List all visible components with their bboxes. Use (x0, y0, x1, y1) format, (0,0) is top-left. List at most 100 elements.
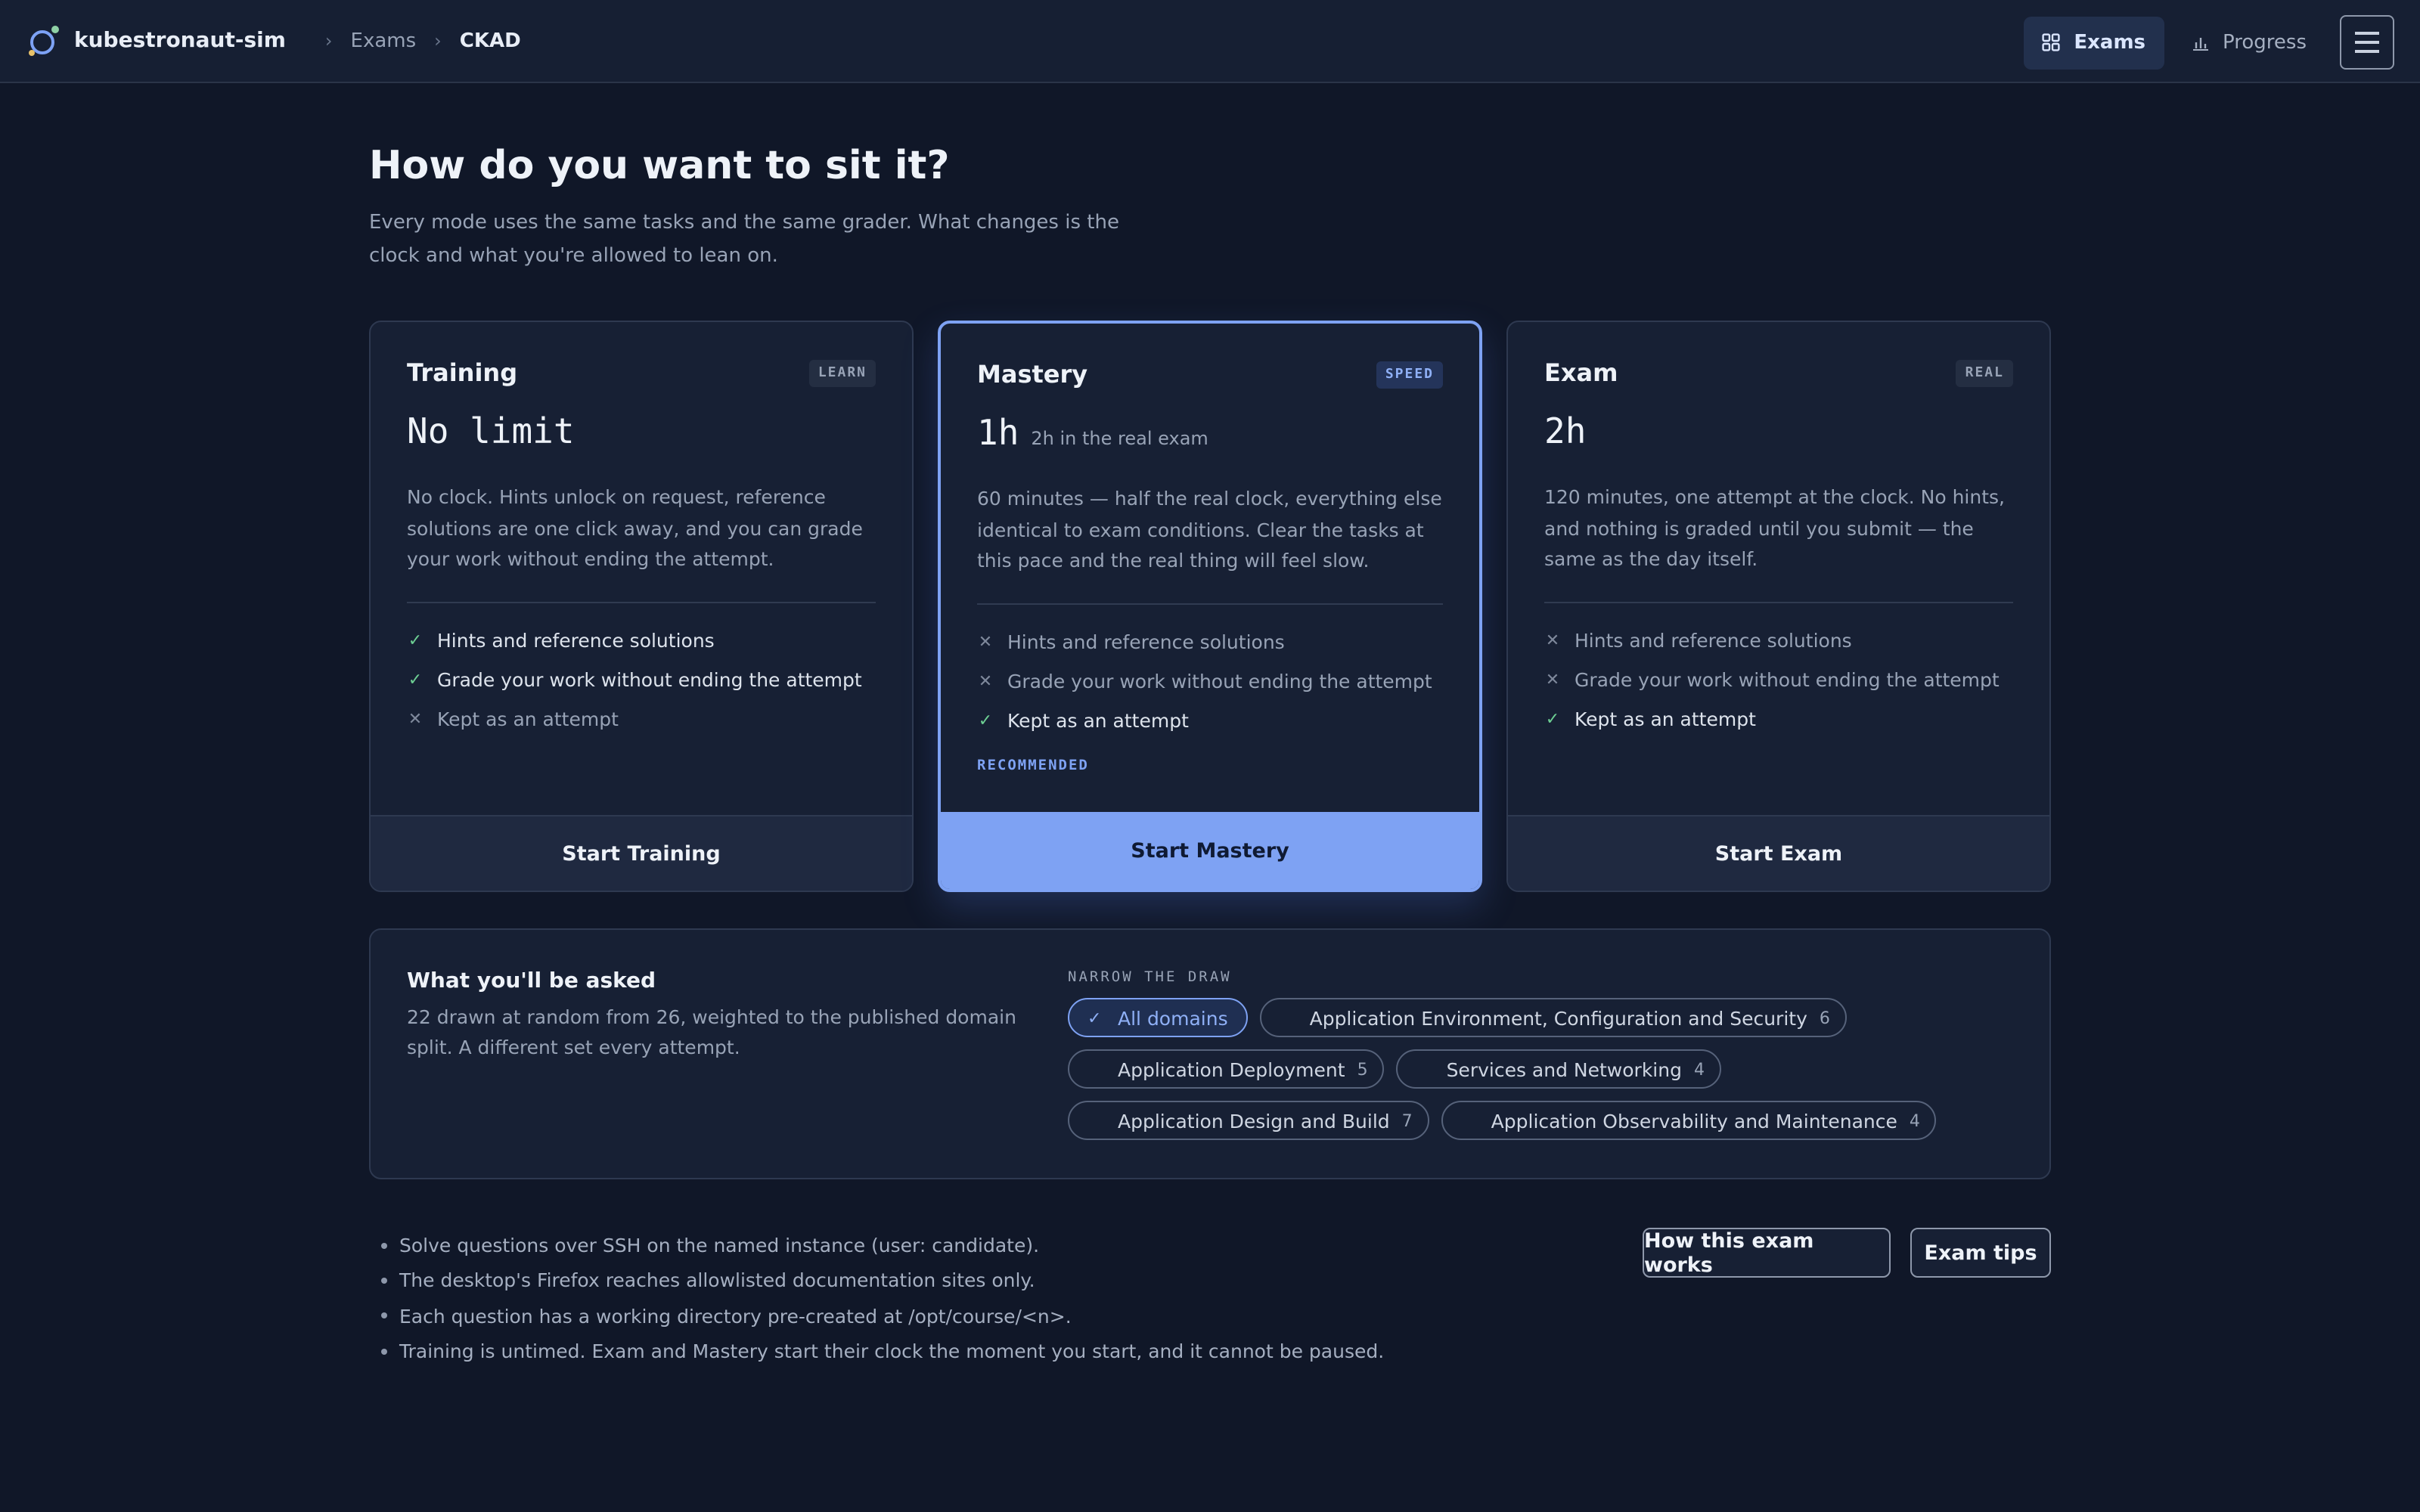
domains-title: What you'll be asked (407, 969, 656, 993)
chip-label: Services and Networking (1446, 1058, 1682, 1080)
top-bar: kubestronaut-sim › Exams › CKAD Exams Pr… (0, 0, 2420, 83)
chip-count: 5 (1357, 1059, 1368, 1079)
chip-count: 6 (1819, 1008, 1830, 1027)
mode-card-exam: Exam REAL 2h 120 minutes, one attempt at… (1506, 321, 2051, 892)
nav-progress-button[interactable]: Progress (2173, 16, 2325, 69)
check-icon: ✓ (1545, 708, 1560, 728)
cross-icon: ✕ (1545, 630, 1560, 649)
check-icon: ✓ (1087, 1008, 1102, 1027)
mode-tag: LEARN (808, 359, 876, 386)
check-icon: ✓ (408, 669, 423, 689)
feature-item: ✕ Hints and reference solutions (1544, 620, 2019, 659)
chip-label: Application Deployment (1118, 1058, 1345, 1080)
chip-count: 7 (1401, 1111, 1413, 1130)
feature-item: ✕ Grade your work without ending the att… (977, 661, 1449, 700)
chevron-right-icon: › (434, 30, 442, 51)
start-mastery-button[interactable]: Start Mastery (941, 812, 1479, 889)
feature-text: Hints and reference solutions (1575, 628, 1852, 651)
grid-icon (2042, 33, 2060, 51)
chip-domain[interactable]: Services and Networking 4 (1396, 1049, 1721, 1089)
list-item: Each question has a working directory pr… (381, 1298, 1384, 1334)
mode-card-training: Training LEARN No limit No clock. Hints … (369, 321, 914, 892)
feature-text: Grade your work without ending the attem… (1575, 668, 2000, 690)
mode-card-mastery: Mastery SPEED 1h 2h in the real exam 60 … (938, 321, 1482, 892)
check-icon: ✓ (408, 630, 423, 649)
hamburger-menu-button[interactable] (2340, 15, 2394, 70)
bar-chart-icon (2192, 38, 2208, 51)
mode-title: Exam (1544, 358, 1618, 387)
logo-icon (29, 26, 59, 56)
list-item: Solve questions over SSH on the named in… (381, 1228, 1384, 1263)
feature-item: ✕ Kept as an attempt (407, 699, 882, 738)
chip-domain[interactable]: Application Environment, Configuration a… (1259, 998, 1847, 1037)
note-text: Each question has a working directory pr… (399, 1304, 1072, 1328)
brand-home-link[interactable]: kubestronaut-sim (29, 26, 286, 56)
cross-icon: ✕ (978, 671, 993, 690)
feature-text: Hints and reference solutions (437, 628, 715, 651)
note-text: The desktop's Firefox reaches allowliste… (399, 1269, 1035, 1292)
list-item: Training is untimed. Exam and Mastery st… (381, 1334, 1384, 1369)
feature-list: ✕ Hints and reference solutions ✕ Grade … (977, 621, 1449, 739)
cross-icon: ✕ (1545, 669, 1560, 689)
note-text: Training is untimed. Exam and Mastery st… (399, 1340, 1385, 1363)
feature-item: ✓ Grade your work without ending the att… (407, 659, 882, 699)
start-training-button[interactable]: Start Training (371, 815, 912, 891)
nav-exams-label: Exams (2074, 31, 2146, 54)
feature-item: ✓ Kept as an attempt (1544, 699, 2019, 738)
mode-description: 60 minutes — half the real clock, everyt… (977, 487, 1442, 572)
chip-label: Application Observability and Maintenanc… (1491, 1109, 1897, 1132)
exam-tips-button[interactable]: Exam tips (1910, 1228, 2051, 1278)
page-title: How do you want to sit it? (369, 144, 950, 189)
app-name: kubestronaut-sim (74, 29, 286, 53)
nav-progress-label: Progress (2223, 31, 2307, 54)
mode-tag: REAL (1956, 359, 2013, 386)
cross-icon: ✕ (978, 631, 993, 651)
domains-description: 22 drawn at random from 26, weighted to … (407, 1005, 1016, 1058)
feature-list: ✕ Hints and reference solutions ✕ Grade … (1544, 620, 2019, 738)
chip-domain[interactable]: Application Deployment 5 (1068, 1049, 1385, 1089)
exam-notes: Solve questions over SSH on the named in… (381, 1228, 1384, 1368)
chip-domain[interactable]: Application Observability and Maintenanc… (1441, 1101, 1937, 1140)
mode-tag: SPEED (1376, 361, 1443, 388)
breadcrumb-exams[interactable]: Exams (351, 29, 417, 52)
mode-duration: No limit (407, 413, 575, 452)
chip-label: Application Environment, Configuration a… (1309, 1006, 1807, 1029)
mode-title: Training (407, 358, 518, 387)
mode-duration: 1h (977, 414, 1019, 454)
feature-text: Hints and reference solutions (1007, 630, 1285, 652)
divider (407, 602, 876, 603)
feature-text: Kept as an attempt (1007, 708, 1189, 731)
chip-label: All domains (1118, 1006, 1228, 1029)
list-item: The desktop's Firefox reaches allowliste… (381, 1263, 1384, 1299)
nav-exams-button[interactable]: Exams (2024, 16, 2164, 69)
narrow-label: NARROW THE DRAW (1068, 969, 1232, 986)
domains-panel: What you'll be asked 22 drawn at random … (369, 928, 2051, 1179)
note-text: Solve questions over SSH on the named in… (399, 1234, 1040, 1257)
feature-text: Grade your work without ending the attem… (437, 668, 862, 690)
feature-text: Grade your work without ending the attem… (1007, 669, 1432, 692)
chip-label: Application Design and Build (1118, 1109, 1390, 1132)
how-exam-works-button[interactable]: How this exam works (1643, 1228, 1891, 1278)
start-exam-button[interactable]: Start Exam (1508, 815, 2049, 891)
feature-item: ✓ Hints and reference solutions (407, 620, 882, 659)
domain-chip-list: ✓ All domains Application Environment, C… (1068, 998, 2006, 1152)
feature-text: Kept as an attempt (1575, 707, 1756, 730)
page-subtitle: Every mode uses the same tasks and the s… (369, 212, 1119, 268)
chip-count: 4 (1693, 1059, 1705, 1079)
chip-count: 4 (1909, 1111, 1920, 1130)
chip-domain[interactable]: Application Design and Build 7 (1068, 1101, 1429, 1140)
mode-description: No clock. Hints unlock on request, refer… (407, 485, 863, 570)
cross-icon: ✕ (408, 708, 423, 728)
mode-title: Mastery (977, 360, 1088, 389)
mode-duration: 2h (1544, 413, 1587, 452)
menu-icon (2355, 32, 2379, 35)
divider (977, 603, 1443, 605)
mode-duration-note: 2h in the real exam (1031, 428, 1208, 449)
feature-item: ✕ Grade your work without ending the att… (1544, 659, 2019, 699)
breadcrumb-current: CKAD (459, 29, 521, 52)
feature-item: ✕ Hints and reference solutions (977, 621, 1449, 661)
chevron-right-icon: › (324, 30, 333, 51)
recommended-label: RECOMMENDED (977, 758, 1089, 774)
chip-all-domains[interactable]: ✓ All domains (1068, 998, 1248, 1037)
breadcrumb: › Exams › CKAD (307, 29, 521, 52)
